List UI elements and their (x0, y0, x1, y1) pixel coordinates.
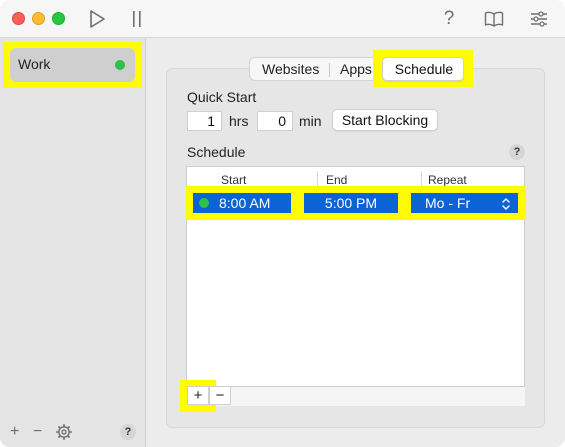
repeat-value: Mo - Fr (425, 195, 471, 211)
remove-schedule-button[interactable]: − (209, 386, 231, 405)
column-divider (317, 171, 318, 187)
zoom-window-button[interactable] (52, 12, 65, 25)
play-icon[interactable] (86, 8, 108, 30)
gear-icon[interactable] (56, 424, 72, 445)
remove-profile-button[interactable]: − (33, 423, 42, 441)
app-window: ? Work + − ? Websites Apps Schedule Quic… (0, 0, 565, 447)
sidebar-item-label: Work (18, 56, 51, 72)
column-header-repeat[interactable]: Repeat (428, 173, 467, 187)
schedule-end-cell[interactable]: 5:00 PM (304, 193, 398, 213)
hours-field[interactable]: 1 (187, 111, 222, 131)
status-dot-icon (115, 60, 125, 70)
sidebar-item-work[interactable]: Work (10, 48, 135, 82)
status-dot-icon (199, 198, 209, 208)
tab-schedule[interactable]: Schedule (382, 57, 464, 81)
add-profile-button[interactable]: + (10, 423, 19, 441)
chevron-up-down-icon (502, 196, 510, 216)
minimize-window-button[interactable] (32, 12, 45, 25)
column-header-end[interactable]: End (326, 173, 347, 187)
sidebar-help-button[interactable]: ? (120, 424, 136, 440)
help-icon[interactable]: ? (438, 8, 460, 30)
schedule-title: Schedule (187, 144, 246, 160)
hours-unit-label: hrs (229, 113, 249, 129)
minutes-field[interactable]: 0 (257, 111, 293, 131)
end-time: 5:00 PM (324, 195, 378, 211)
table-footer (186, 386, 525, 406)
tab-divider (329, 63, 330, 77)
start-time: 8:00 AM (219, 195, 271, 211)
schedule-help-button[interactable]: ? (509, 144, 525, 160)
add-schedule-button[interactable]: + (187, 386, 209, 405)
repeat-select[interactable]: Mo - Fr (411, 193, 518, 213)
start-blocking-button[interactable]: Start Blocking (332, 109, 438, 131)
sliders-icon[interactable] (528, 8, 550, 30)
book-icon[interactable] (483, 8, 505, 30)
tab-apps[interactable]: Apps (340, 61, 372, 77)
column-header-start[interactable]: Start (221, 173, 246, 187)
sidebar-footer: + − ? (0, 417, 146, 447)
tab-schedule-label: Schedule (394, 61, 454, 77)
tab-websites[interactable]: Websites (262, 61, 319, 77)
title-bar: ? (0, 0, 565, 38)
minutes-unit-label: min (299, 113, 322, 129)
pause-icon[interactable] (126, 8, 148, 30)
close-window-button[interactable] (12, 12, 25, 25)
column-divider (421, 171, 422, 187)
sidebar: Work + − ? (0, 38, 146, 447)
quick-start-title: Quick Start (187, 89, 257, 105)
schedule-start-cell[interactable]: 8:00 AM (193, 193, 291, 213)
help-label: ? (443, 8, 455, 29)
